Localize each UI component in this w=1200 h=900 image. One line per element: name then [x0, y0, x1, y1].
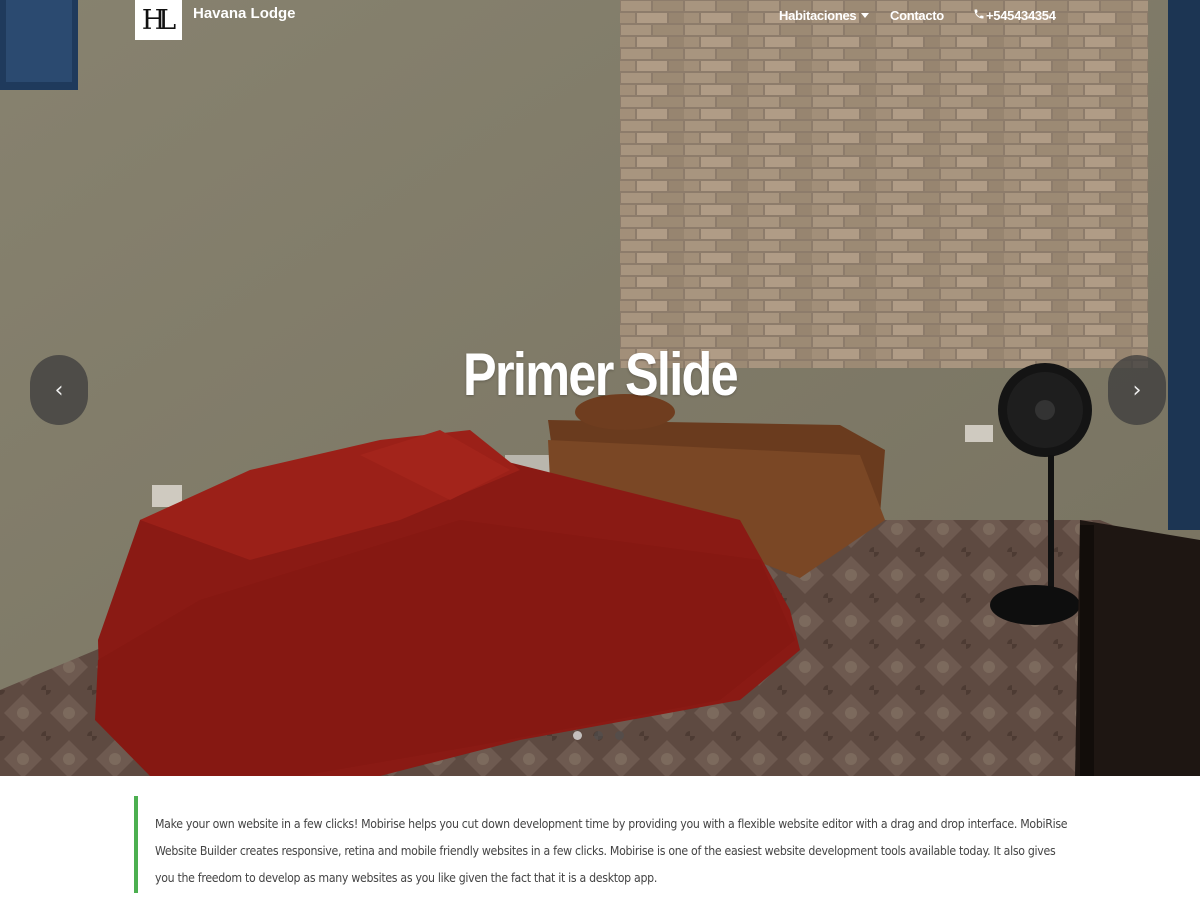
navbar: HL Havana Lodge Habitaciones Contacto +5… [0, 0, 1200, 40]
hero-carousel: HL Havana Lodge Habitaciones Contacto +5… [0, 0, 1200, 776]
chevron-left-icon: ‹ [54, 377, 64, 403]
slide-title: Primer Slide [463, 341, 739, 408]
intro-text: Make your own website in a few clicks! M… [155, 816, 1068, 885]
intro-blockquote: Make your own website in a few clicks! M… [134, 796, 1068, 893]
nav-phone-link[interactable]: +545434354 [973, 8, 1056, 23]
carousel-indicator-1[interactable] [573, 731, 582, 740]
nav-contacto-link[interactable]: Contacto [890, 8, 944, 23]
carousel-next-button[interactable]: › [1108, 355, 1166, 425]
carousel-indicator-2[interactable] [594, 731, 603, 740]
nav-contacto-label: Contacto [890, 8, 944, 23]
carousel-prev-button[interactable]: ‹ [30, 355, 88, 425]
content-section: Make your own website in a few clicks! M… [0, 776, 1200, 900]
logo-monogram: HL [141, 4, 177, 36]
caret-down-icon [861, 13, 870, 18]
carousel-indicators [573, 731, 624, 740]
nav-habitaciones-dropdown[interactable]: Habitaciones [779, 8, 870, 23]
phone-icon [973, 8, 985, 23]
carousel-indicator-3[interactable] [615, 731, 624, 740]
brand-name[interactable]: Havana Lodge [193, 5, 296, 22]
brand-logo[interactable]: HL [135, 0, 182, 40]
chevron-right-icon: › [1132, 377, 1142, 403]
phone-number: +545434354 [986, 8, 1056, 23]
nav-habitaciones-label: Habitaciones [779, 8, 857, 23]
